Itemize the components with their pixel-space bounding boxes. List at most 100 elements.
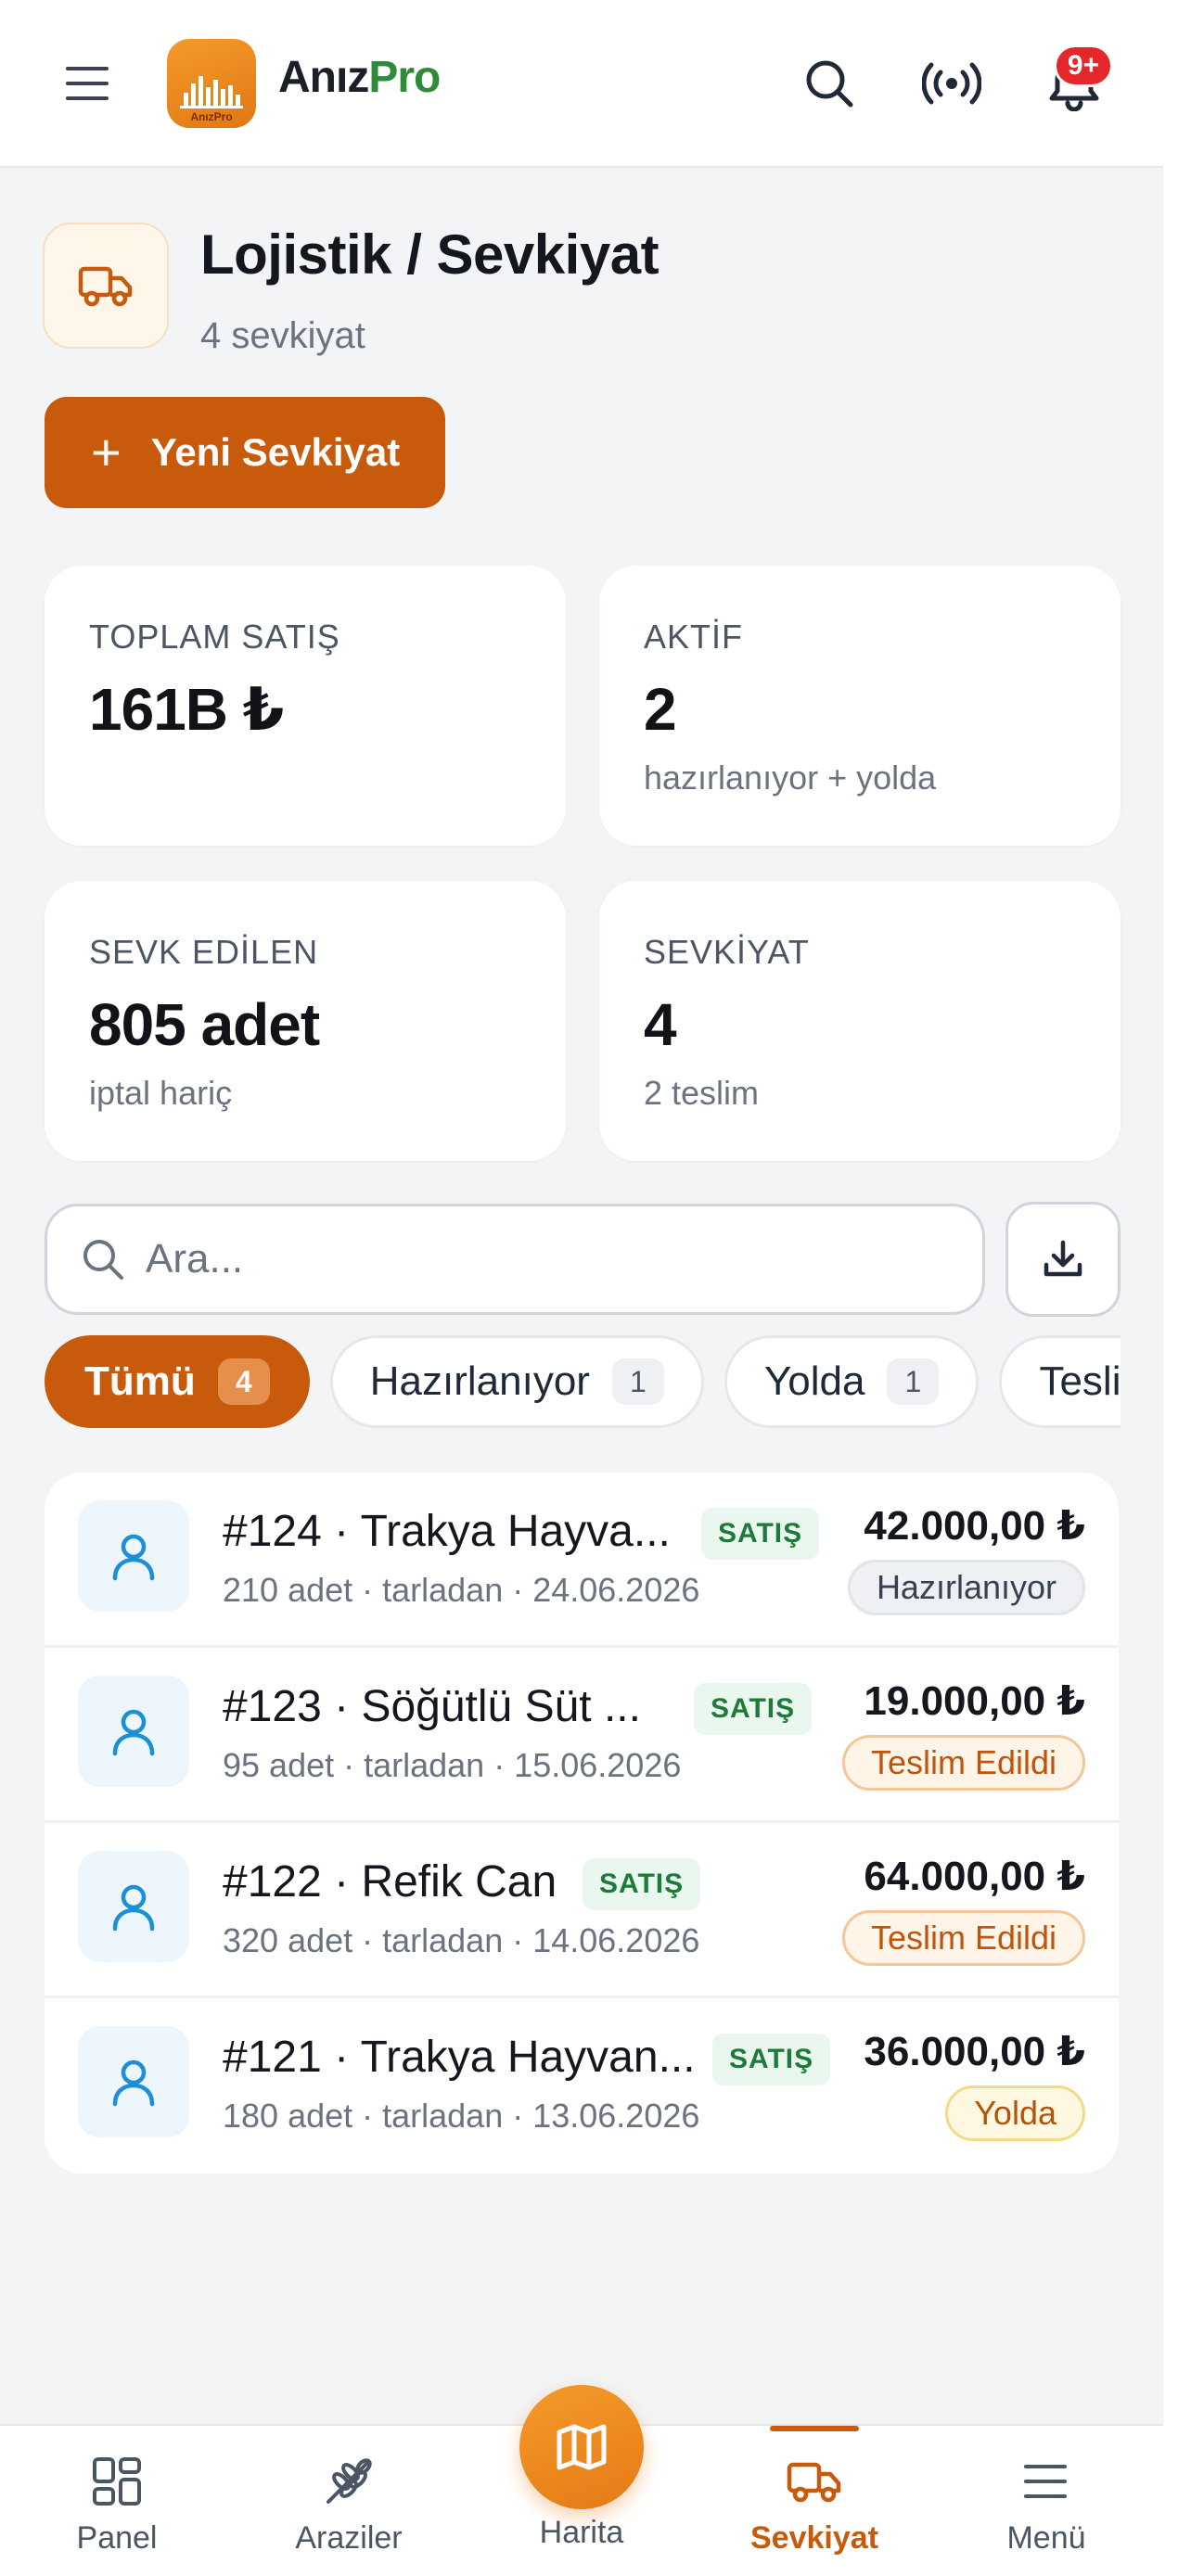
stat-card-shipments: SEVKİYAT 4 2 teslim [599, 881, 1121, 1161]
shipment-amount: 19.000,00 ₺ [864, 1678, 1085, 1724]
menu-lines-icon [1024, 2465, 1067, 2498]
shipment-title: #122 · Refik Can [223, 1857, 557, 1906]
filter-chip-all[interactable]: Tümü 4 [45, 1335, 310, 1428]
search-icon [806, 60, 853, 108]
customer-avatar [78, 1500, 189, 1612]
stat-card-total-sales: TOPLAM SATIŞ 161B ₺ [45, 566, 566, 846]
plus-icon: + [91, 423, 122, 481]
shipment-amount: 36.000,00 ₺ [864, 2029, 1085, 2074]
search-icon [83, 1240, 123, 1280]
nav-item-araziler[interactable]: Araziler [256, 2426, 442, 2576]
filter-chip-count: 1 [611, 1358, 664, 1405]
shipment-meta: 320 adet · tarladan · 14.06.2026 [223, 1921, 700, 1959]
shipment-list: #124 · Trakya Hayva... SATIŞ 210 adet · … [45, 1473, 1119, 2174]
nav-label-harita: Harita [539, 2515, 624, 2550]
filter-chip-label: Yolda [763, 1358, 865, 1404]
user-icon [112, 1534, 155, 1581]
shipment-row[interactable]: #123 · Söğütlü Süt ... SATIŞ 95 adet · t… [45, 1648, 1119, 1823]
shipment-type-tag: SATIŞ [583, 1858, 701, 1910]
customer-avatar [78, 1851, 189, 1962]
filter-chip-preparing[interactable]: Hazırlanıyor 1 [329, 1335, 704, 1428]
nav-item-menu[interactable]: Menü [954, 2426, 1139, 2576]
shipment-status-badge: Yolda [945, 2085, 1085, 2141]
shipment-title: #124 · Trakya Hayva... [223, 1507, 671, 1556]
search-box [45, 1204, 985, 1315]
truck-icon [78, 266, 133, 307]
top-bar: AnızPro AnızPro 9+ [0, 0, 1163, 168]
search-input[interactable] [146, 1236, 943, 1282]
scrollbar-gutter [1163, 0, 1191, 2576]
shipment-status-badge: Teslim Edildi [841, 1910, 1085, 1966]
shipment-meta: 95 adet · tarladan · 15.06.2026 [223, 1746, 682, 1784]
stat-value: 2 [644, 676, 677, 743]
live-broadcast-button[interactable] [916, 48, 987, 119]
download-icon [1044, 1240, 1082, 1277]
nav-item-panel[interactable]: Panel [24, 2426, 210, 2576]
nav-label: Araziler [295, 2520, 403, 2556]
stat-label: TOPLAM SATIŞ [89, 618, 340, 656]
dashboard-grid-icon [93, 2457, 141, 2506]
shipment-meta: 210 adet · tarladan · 24.06.2026 [223, 1571, 700, 1609]
status-filter-chips: Tümü 4 Hazırlanıyor 1 Yolda 1 Teslim Edi… [45, 1335, 1121, 1428]
hamburger-icon [66, 67, 109, 100]
customer-avatar [78, 2026, 189, 2137]
hamburger-menu-button[interactable] [56, 56, 121, 111]
map-fab-button[interactable] [519, 2385, 644, 2509]
download-button[interactable] [1005, 1202, 1121, 1317]
shipment-meta: 180 adet · tarladan · 13.06.2026 [223, 2097, 700, 2135]
filter-chip-label: Tümü [84, 1358, 196, 1404]
stat-subtext: 2 teslim [644, 1074, 760, 1112]
map-icon [557, 2424, 607, 2470]
truck-icon [787, 2462, 841, 2503]
stat-value: 161B ₺ [89, 676, 284, 743]
stat-subtext: hazırlanıyor + yolda [644, 759, 937, 797]
shipment-row[interactable]: #122 · Refik Can SATIŞ 320 adet · tarlad… [45, 1823, 1119, 1998]
stat-label: AKTİF [644, 618, 744, 656]
nav-label: Sevkiyat [750, 2520, 878, 2556]
nav-label: Menü [1006, 2520, 1086, 2556]
app-logo[interactable]: AnızPro [167, 39, 256, 128]
shipment-amount: 42.000,00 ₺ [864, 1503, 1085, 1549]
shipment-amount: 64.000,00 ₺ [864, 1854, 1085, 1899]
customer-avatar [78, 1676, 189, 1787]
shipment-title: #123 · Söğütlü Süt ... [223, 1682, 641, 1731]
stat-subtext: iptal hariç [89, 1074, 233, 1112]
stat-card-shipped: SEVK EDİLEN 805 adet iptal hariç [45, 881, 566, 1161]
filter-chip-count: 4 [217, 1358, 270, 1405]
shipment-type-tag: SATIŞ [701, 1508, 820, 1560]
user-icon [112, 1884, 155, 1932]
stat-card-active: AKTİF 2 hazırlanıyor + yolda [599, 566, 1121, 846]
shipment-row[interactable]: #121 · Trakya Hayvan... SATIŞ 180 adet ·… [45, 1998, 1119, 2174]
app-root: AnızPro AnızPro 9+ Lojistik / Sevkiyat 4… [0, 0, 1163, 2576]
brand-name-part2: Pro [368, 53, 441, 102]
shipment-status-badge: Hazırlanıyor [847, 1560, 1085, 1615]
brand-name-part1: Anız [278, 53, 369, 102]
nav-item-sevkiyat[interactable]: Sevkiyat [722, 2426, 907, 2576]
user-icon [112, 2060, 155, 2107]
wheat-icon [327, 2458, 372, 2504]
user-icon [112, 1709, 155, 1756]
shipment-status-badge: Teslim Edildi [841, 1735, 1085, 1791]
new-shipment-label: Yeni Sevkiyat [150, 430, 401, 474]
shipment-page-icon-box [43, 223, 169, 349]
brand-name: AnızPro [278, 52, 441, 103]
page-subtitle: 4 sevkiyat [200, 315, 365, 356]
shipment-type-tag: SATIŞ [694, 1683, 813, 1735]
logo-mark-icon: AnızPro [180, 76, 243, 123]
stat-value: 4 [644, 991, 677, 1058]
shipment-row[interactable]: #124 · Trakya Hayva... SATIŞ 210 adet · … [45, 1473, 1119, 1648]
filter-chip-label: Hazırlanıyor [369, 1358, 590, 1404]
stat-label: SEVK EDİLEN [89, 933, 319, 971]
filter-chip-delivered[interactable]: Teslim Edildi 2 [999, 1335, 1121, 1428]
new-shipment-button[interactable]: + Yeni Sevkiyat [45, 397, 445, 508]
filter-chip-count: 1 [887, 1358, 940, 1405]
stat-value: 805 adet [89, 991, 320, 1058]
filter-chip-label: Teslim Edildi [1039, 1358, 1121, 1404]
stat-label: SEVKİYAT [644, 933, 810, 971]
search-button[interactable] [794, 48, 864, 119]
page-title: Lojistik / Sevkiyat [200, 223, 660, 286]
broadcast-icon [922, 62, 981, 105]
nav-label: Panel [76, 2520, 158, 2556]
filter-chip-on-the-way[interactable]: Yolda 1 [724, 1335, 980, 1428]
notification-count-badge: 9+ [1054, 45, 1113, 87]
